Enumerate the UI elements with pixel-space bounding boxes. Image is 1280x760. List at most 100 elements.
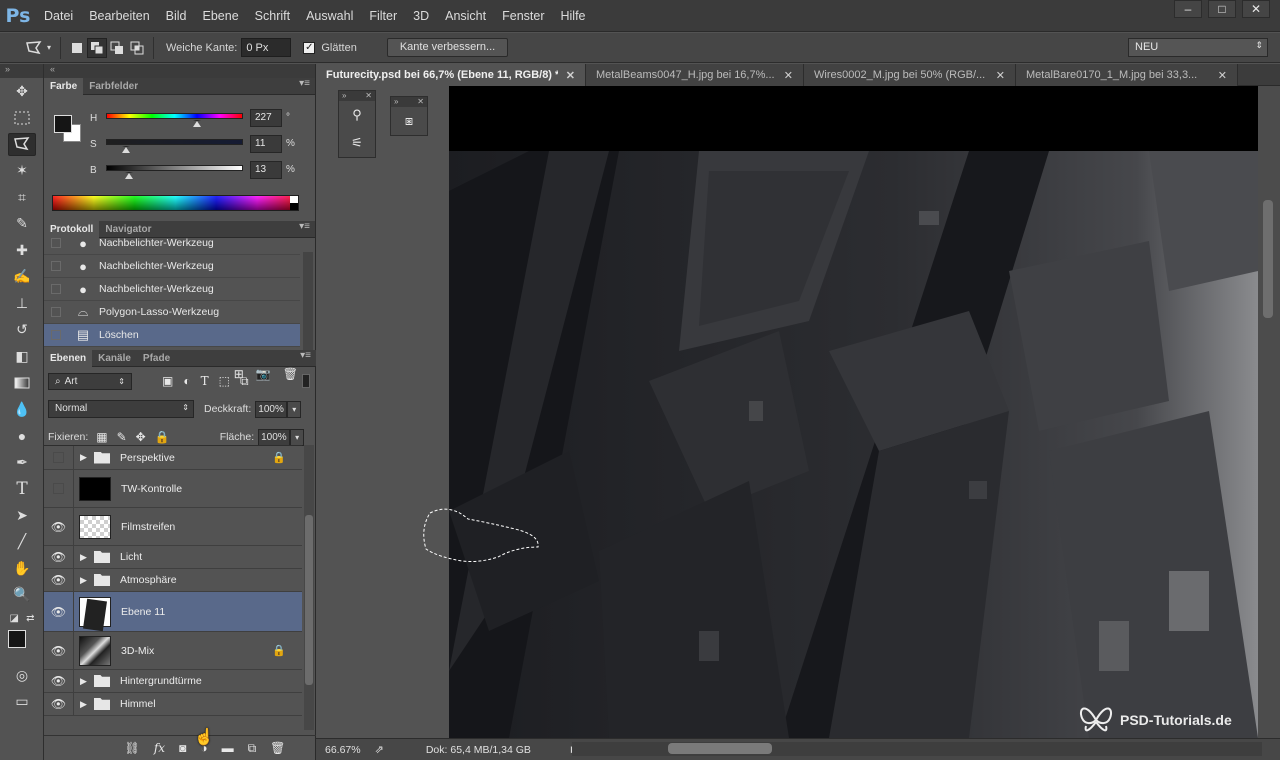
- visibility-cell[interactable]: [44, 446, 74, 469]
- quick-mask-icon[interactable]: ◎: [0, 662, 44, 689]
- refine-edge-button[interactable]: Kante verbessern...: [386, 38, 509, 57]
- feather-input[interactable]: [241, 38, 292, 57]
- menu-fenster[interactable]: Fenster: [494, 9, 552, 23]
- toolbar-collapse-icon[interactable]: »: [0, 64, 43, 78]
- blur-tool-icon[interactable]: 💧: [0, 396, 44, 423]
- menu-filter[interactable]: Filter: [361, 9, 405, 23]
- new-selection-icon[interactable]: [67, 38, 87, 58]
- pen-tool-icon[interactable]: ✒: [0, 449, 44, 476]
- workspace-select[interactable]: NEU ⇕: [1128, 38, 1268, 57]
- slider-track-s[interactable]: [106, 139, 243, 145]
- history-item[interactable]: ● Nachbelichter-Werkzeug: [44, 232, 300, 255]
- expand-triangle-icon[interactable]: ▶: [80, 575, 88, 586]
- vertical-scrollbar[interactable]: [1258, 86, 1280, 738]
- layer-row[interactable]: 👁 ▶ Himmel: [44, 693, 302, 716]
- document-tab[interactable]: Futurecity.psd bei 66,7% (Ebene 11, RGB/…: [316, 64, 586, 86]
- document-tab[interactable]: MetalBare0170_1_M.jpg bei 33,3... ✕: [1016, 64, 1238, 86]
- opacity-input[interactable]: 100%: [255, 400, 288, 418]
- screen-mode-icon[interactable]: ▭: [0, 689, 44, 716]
- visibility-cell[interactable]: 👁: [44, 632, 74, 669]
- menu-hilfe[interactable]: Hilfe: [553, 9, 594, 23]
- visibility-eye-icon[interactable]: 👁: [51, 644, 66, 658]
- menu-ebene[interactable]: Ebene: [195, 9, 247, 23]
- add-selection-icon[interactable]: [87, 37, 107, 58]
- history-source-checkbox[interactable]: [51, 330, 61, 340]
- gradient-tool-icon[interactable]: [0, 370, 44, 397]
- layer-row[interactable]: TW-Kontrolle: [44, 470, 302, 508]
- color-spectrum-bar[interactable]: [52, 195, 299, 211]
- visibility-eye-icon[interactable]: 👁: [51, 674, 66, 688]
- lock-pixels-icon[interactable]: ✎: [117, 430, 127, 444]
- visibility-eye-icon[interactable]: 👁: [51, 605, 66, 619]
- visibility-cell[interactable]: [44, 470, 74, 507]
- panel-menu-icon[interactable]: ▾≡: [300, 350, 311, 361]
- lock-position-icon[interactable]: ✥: [136, 430, 146, 444]
- slider-value-h[interactable]: 227: [250, 109, 282, 127]
- tab-layers[interactable]: Ebenen: [44, 349, 93, 367]
- type-tool-icon[interactable]: T: [0, 476, 44, 503]
- add-mask-icon[interactable]: ◙: [179, 741, 186, 755]
- close-icon[interactable]: ✕: [365, 91, 372, 101]
- slider-track-h[interactable]: [106, 113, 243, 119]
- layers-scroll-thumb[interactable]: [305, 515, 313, 685]
- visibility-eye-icon[interactable]: 👁: [51, 697, 66, 711]
- adjustments-icon[interactable]: ⚟: [339, 129, 375, 157]
- layer-row[interactable]: 👁 ▶ Hintergrundtürme: [44, 670, 302, 693]
- filter-smart-object-icon[interactable]: ⧉: [240, 374, 249, 389]
- maximize-button[interactable]: □: [1208, 0, 1236, 18]
- expand-triangle-icon[interactable]: ▶: [80, 676, 88, 687]
- clone-stamp-tool-icon[interactable]: ⊥: [0, 290, 44, 317]
- tab-color[interactable]: Farbe: [44, 77, 84, 95]
- trash-icon[interactable]: 🗑: [270, 741, 285, 755]
- history-source-checkbox[interactable]: [51, 261, 61, 271]
- history-item[interactable]: ● Nachbelichter-Werkzeug: [44, 255, 300, 278]
- history-item[interactable]: ⌓ Polygon-Lasso-Werkzeug: [44, 301, 300, 324]
- zoom-level[interactable]: 66.67%: [325, 744, 361, 756]
- document-tab[interactable]: Wires0002_M.jpg bei 50% (RGB/... ✕: [804, 64, 1016, 86]
- visibility-cell[interactable]: 👁: [44, 592, 74, 631]
- opacity-dropdown-icon[interactable]: ▾: [287, 400, 302, 418]
- visibility-cell[interactable]: 👁: [44, 670, 74, 692]
- visibility-eye-icon[interactable]: 👁: [51, 520, 66, 534]
- history-source-checkbox[interactable]: [51, 238, 61, 248]
- line-tool-icon[interactable]: ╱: [0, 529, 44, 556]
- eyedropper-tool-icon[interactable]: ✎: [0, 211, 44, 238]
- close-icon[interactable]: ✕: [784, 69, 793, 82]
- close-icon[interactable]: ✕: [996, 69, 1005, 82]
- slider-thumb-icon[interactable]: [124, 172, 133, 179]
- filter-adjustment-icon[interactable]: ◐: [183, 374, 190, 389]
- filter-toggle[interactable]: [302, 374, 310, 388]
- close-button[interactable]: ✕: [1242, 0, 1270, 18]
- foreground-color-swatch[interactable]: [8, 630, 26, 648]
- close-icon[interactable]: ✕: [1218, 69, 1227, 82]
- smooth-checkbox[interactable]: ✓: [303, 41, 316, 54]
- minimize-button[interactable]: –: [1174, 0, 1202, 18]
- document-canvas[interactable]: [449, 86, 1258, 738]
- filter-pixel-icon[interactable]: ▣: [162, 374, 173, 389]
- preset-dropdown-icon[interactable]: ▾: [44, 38, 54, 58]
- path-selection-tool-icon[interactable]: ➤: [0, 502, 44, 529]
- blend-mode-select[interactable]: Normal ⇕: [48, 400, 194, 418]
- visibility-cell[interactable]: 👁: [44, 569, 74, 591]
- panel-menu-icon[interactable]: ▾≡: [299, 221, 310, 232]
- slider-value-b[interactable]: 13: [250, 161, 282, 179]
- tab-swatches[interactable]: Farbfelder: [83, 78, 144, 95]
- layer-row[interactable]: 👁 ▶ Licht: [44, 546, 302, 569]
- history-scrollbar[interactable]: [303, 252, 313, 352]
- panel-menu-icon[interactable]: ▾≡: [299, 78, 310, 89]
- fill-dropdown-icon[interactable]: ▾: [290, 428, 305, 446]
- layer-filter-select[interactable]: ⌕ Art ⇕: [48, 372, 132, 390]
- fill-input[interactable]: 100%: [258, 428, 291, 446]
- expand-triangle-icon[interactable]: ▶: [80, 452, 88, 463]
- visibility-cell[interactable]: 👁: [44, 508, 74, 545]
- zoom-tool-icon[interactable]: 🔍: [0, 582, 44, 609]
- layer-row[interactable]: 👁 ▶ Atmosphäre: [44, 569, 302, 592]
- filter-shape-icon[interactable]: ⬚: [219, 374, 230, 389]
- slider-thumb-icon[interactable]: [122, 146, 131, 153]
- layer-row[interactable]: 👁 Filmstreifen: [44, 508, 302, 546]
- tab-paths[interactable]: Pfade: [137, 350, 176, 367]
- brush-tool-icon[interactable]: ✍: [0, 264, 44, 291]
- visibility-cell[interactable]: 👁: [44, 693, 74, 715]
- visibility-toggle-empty[interactable]: [53, 483, 64, 494]
- vertical-scroll-thumb[interactable]: [1263, 200, 1273, 318]
